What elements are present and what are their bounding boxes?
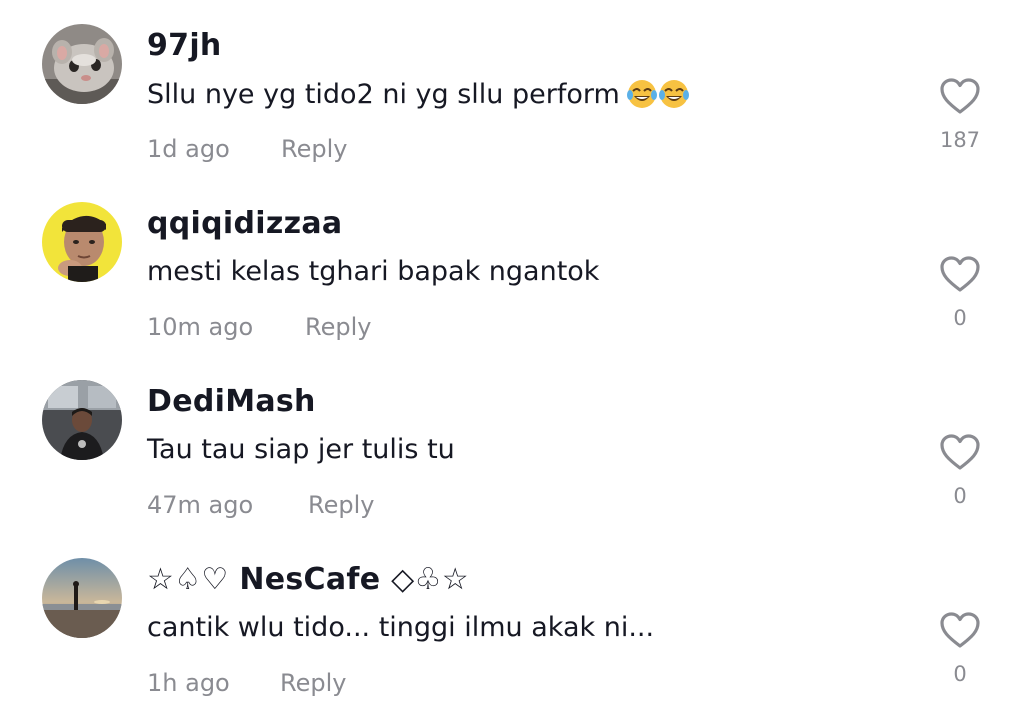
avatar[interactable] [42,558,122,638]
comment-username[interactable]: ☆♤♡ NesCafe ◇♧☆ [147,562,469,597]
comment-text: mesti kelas tghari bapak ngantok [147,256,599,287]
comment-username[interactable]: DediMash [147,384,316,419]
like-count: 0 [953,484,967,508]
avatar[interactable] [42,24,122,104]
beach-sunset-avatar-icon [42,558,122,638]
comment-meta: 1d ago Reply [147,135,347,163]
like-count: 187 [939,128,981,152]
like-count: 0 [953,306,967,330]
heart-outline-icon [940,612,980,648]
comment-text-body: mesti kelas tghari bapak ngantok [147,256,600,287]
comment-text-body: Sllu nye yg tido2 ni yg sllu perform [147,78,620,110]
like-count: 0 [953,662,967,686]
comment-item: DediMash Tau tau siap jer tulis tu 47m a… [0,356,1020,534]
comment-time: 47m ago [147,491,254,519]
face-with-tears-of-joy-icon [658,80,689,108]
cat-avatar-icon [42,24,122,104]
like-button[interactable] [938,610,982,650]
comment-text: cantik wlu tido... tinggi ilmu akak ni..… [147,612,654,643]
face-with-tears-of-joy-icon [626,80,657,108]
comment-item: qqiqidizzaa mesti kelas tghari bapak nga… [0,178,1020,356]
comment-text-body: cantik wlu tido... tinggi ilmu akak ni..… [147,612,655,643]
reply-button[interactable]: Reply [281,135,347,163]
comment-username[interactable]: 97jh [147,28,222,63]
comment-text: Sllu nye yg tido2 ni yg sllu perform [147,78,690,110]
heart-outline-icon [940,434,980,470]
comment-time: 1d ago [147,135,230,163]
avatar[interactable] [42,380,122,460]
heart-outline-icon [940,256,980,292]
avatar[interactable] [42,202,122,282]
comment-text: Tau tau siap jer tulis tu [147,434,455,465]
comment-meta: 1h ago Reply [147,669,346,697]
like-button[interactable] [938,432,982,472]
comment-item: 97jh Sllu nye yg tido2 ni yg sllu perfor… [0,0,1020,178]
person-in-car-avatar-icon [42,380,122,460]
like-button[interactable] [938,254,982,294]
comment-meta: 10m ago Reply [147,313,371,341]
reply-button[interactable]: Reply [280,669,346,697]
person-yellow-avatar-icon [42,202,122,282]
comment-text-body: Tau tau siap jer tulis tu [147,434,455,465]
comment-meta: 47m ago Reply [147,491,374,519]
comment-time: 1h ago [147,669,230,697]
comment-time: 10m ago [147,313,254,341]
comment-username[interactable]: qqiqidizzaa [147,206,342,241]
like-button[interactable] [938,76,982,116]
reply-button[interactable]: Reply [305,313,371,341]
heart-outline-icon [940,78,980,114]
comment-item: ☆♤♡ NesCafe ◇♧☆ cantik wlu tido... tingg… [0,534,1020,712]
reply-button[interactable]: Reply [308,491,374,519]
